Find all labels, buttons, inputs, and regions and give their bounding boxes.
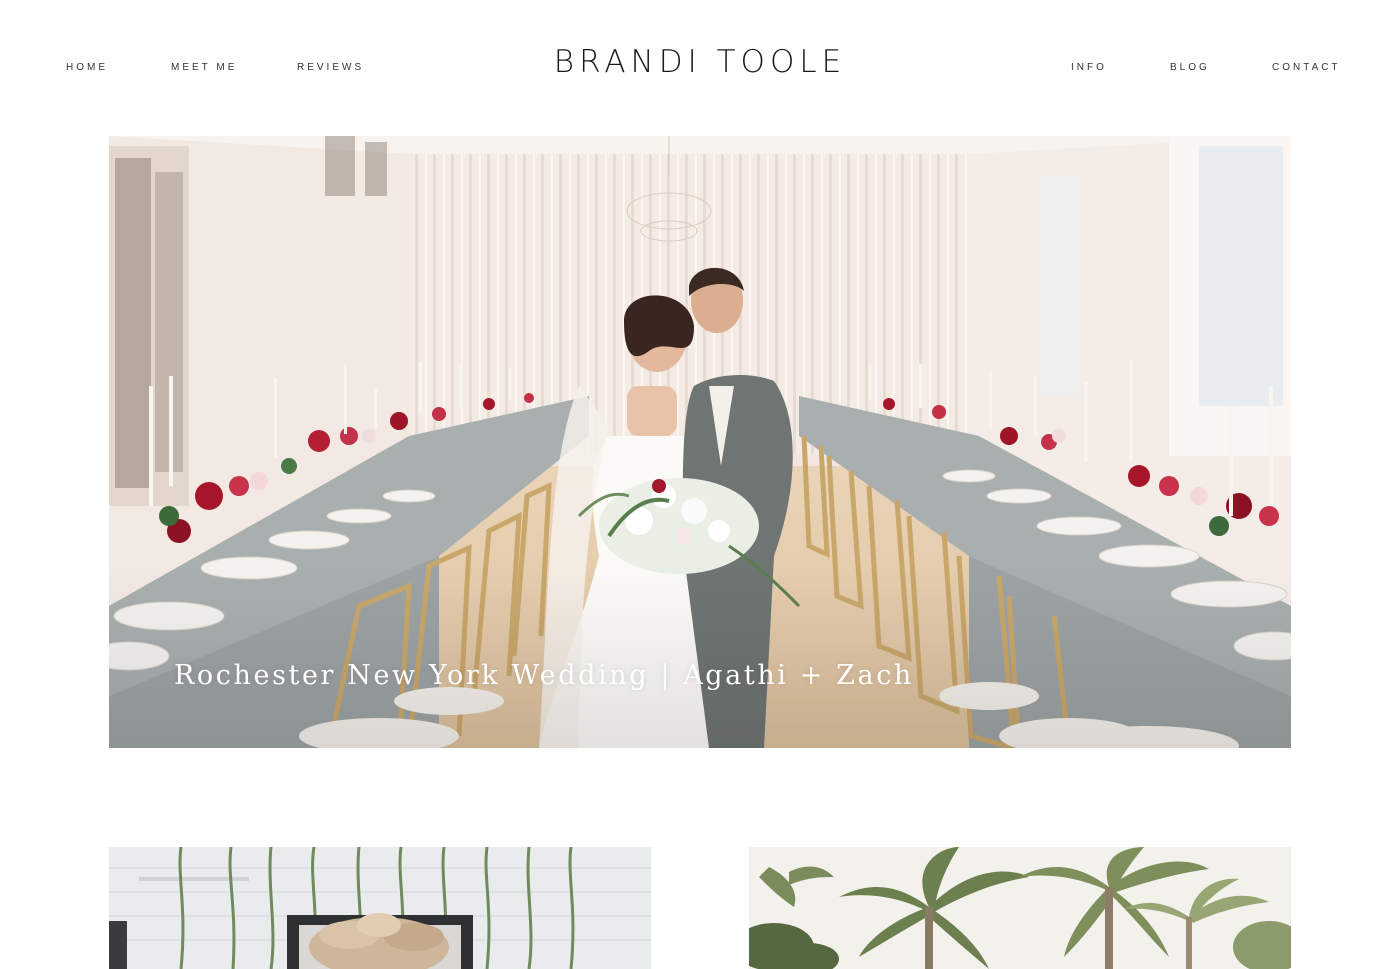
nav-home[interactable]: HOME [66, 62, 108, 73]
nav-blog[interactable]: BLOG [1170, 62, 1210, 73]
post-card-2[interactable] [749, 847, 1291, 969]
post-card-1[interactable] [109, 847, 651, 969]
featured-post[interactable]: Rochester New York Wedding | Agathi + Za… [109, 136, 1291, 748]
blog-page: HOME MEET ME REVIEWS BRANDI TOOLE INFO B… [0, 0, 1400, 969]
site-logo[interactable]: BRANDI TOOLE [500, 44, 900, 80]
nav-meet-me[interactable]: MEET ME [171, 62, 237, 73]
post-card-1-image [109, 847, 651, 969]
featured-post-title[interactable]: Rochester New York Wedding | Agathi + Za… [174, 660, 914, 691]
post-card-2-image [749, 847, 1291, 969]
nav-reviews[interactable]: REVIEWS [297, 62, 364, 73]
featured-post-image [109, 136, 1291, 748]
nav-info[interactable]: INFO [1071, 62, 1107, 73]
site-header: HOME MEET ME REVIEWS BRANDI TOOLE INFO B… [0, 0, 1400, 136]
nav-contact[interactable]: CONTACT [1272, 62, 1341, 73]
